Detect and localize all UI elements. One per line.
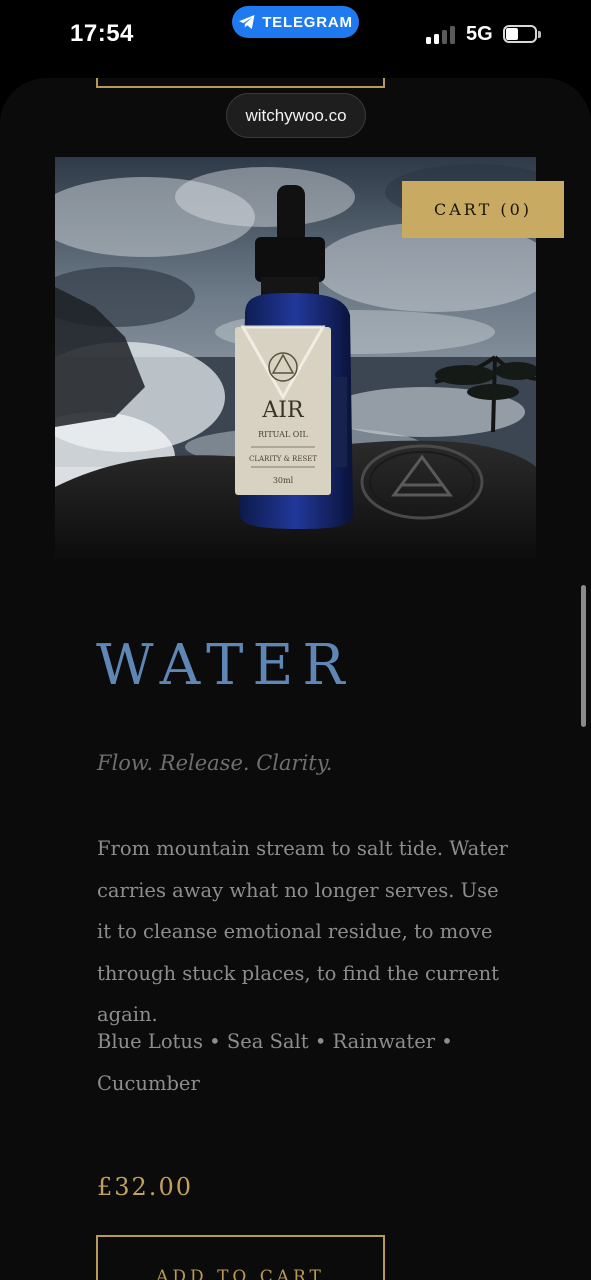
telegram-label: TELEGRAM xyxy=(262,13,353,31)
telegram-icon xyxy=(239,15,255,29)
bottle-volume: 30ml xyxy=(273,476,294,485)
address-bar[interactable]: witchywoo.co xyxy=(226,93,366,138)
network-type: 5G xyxy=(466,23,493,45)
url-text: witchywoo.co xyxy=(245,105,347,125)
status-bar: 17:54 TELEGRAM 5G xyxy=(0,0,591,70)
page-scrollbar[interactable] xyxy=(581,585,586,727)
product-description: From mountain stream to salt tide. Water… xyxy=(97,837,508,1026)
bottle-subtitle: RITUAL OIL xyxy=(258,430,308,439)
web-page: witchywoo.co AIR RITUAL OIL CLARITY & RE… xyxy=(0,78,591,1280)
add-to-cart-label: ADD TO CART xyxy=(156,1267,325,1280)
previous-add-to-cart-button[interactable] xyxy=(96,78,385,88)
bottle-name: AIR xyxy=(261,398,305,423)
cellular-signal-icon xyxy=(426,26,456,44)
cart-button[interactable]: CART (0) xyxy=(402,181,564,238)
product-ingredients: Blue Lotus • Sea Salt • Rainwater • Cucu… xyxy=(97,1030,453,1095)
bottle-tag: CLARITY & RESET xyxy=(249,455,317,463)
add-to-cart-button[interactable]: ADD TO CART xyxy=(96,1235,385,1280)
product-price: £32.00 xyxy=(97,1173,193,1201)
product-title: WATER xyxy=(96,633,354,698)
product-tagline: Flow. Release. Clarity. xyxy=(97,751,333,775)
status-time: 17:54 xyxy=(70,20,134,47)
telegram-return-pill[interactable]: TELEGRAM xyxy=(232,6,359,38)
phone-screen: 17:54 TELEGRAM 5G witchywoo.co AIR RITUA… xyxy=(0,0,591,1280)
battery-icon xyxy=(503,25,541,45)
